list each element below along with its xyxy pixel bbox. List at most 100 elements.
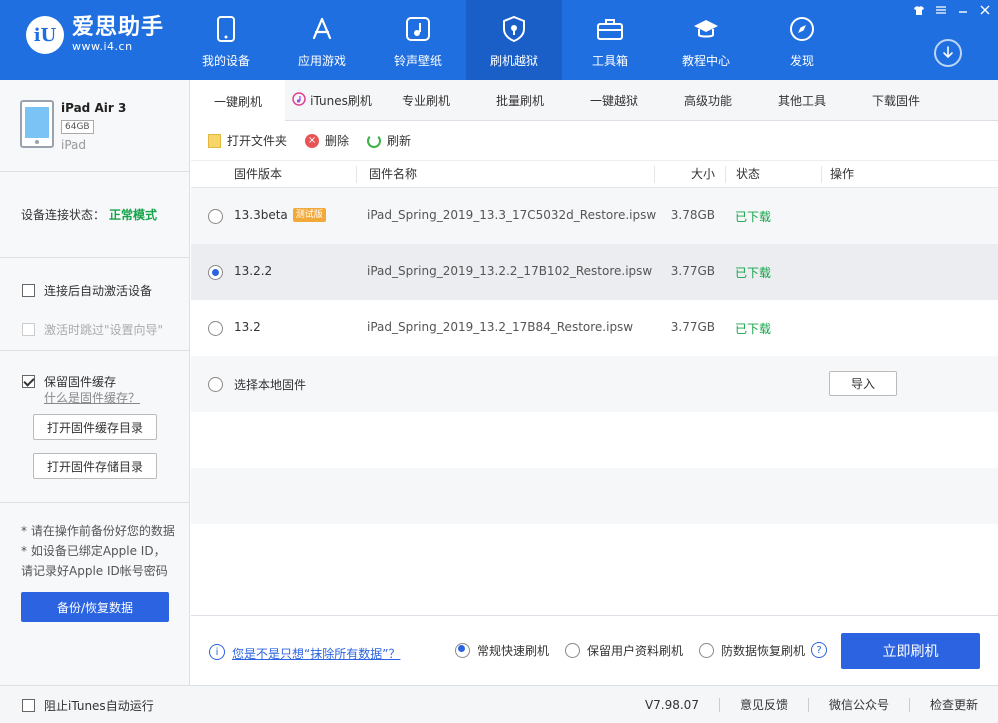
nav-ringtones[interactable]: 铃声壁纸 bbox=[370, 0, 466, 80]
keep-cache-checkbox[interactable] bbox=[22, 374, 35, 388]
local-firmware-label: 选择本地固件 bbox=[234, 378, 307, 392]
mode-fast-option[interactable]: 常规快速刷机 bbox=[455, 642, 549, 659]
local-firmware-row[interactable]: 选择本地固件 导入 bbox=[191, 356, 998, 412]
main-panel: 一键刷机 iTunes刷机 专业刷机 批量刷机 一键越狱 高级功能 其他工具 下… bbox=[191, 80, 998, 685]
feedback-link[interactable]: 意见反馈 bbox=[718, 698, 808, 712]
backup-restore-button[interactable]: 备份/恢复数据 bbox=[21, 592, 169, 622]
mode-keep-data-radio[interactable] bbox=[565, 643, 580, 658]
nav-flash-jailbreak[interactable]: 刷机越狱 bbox=[466, 0, 562, 80]
mode-anti-recovery-option[interactable]: 防数据恢复刷机 bbox=[699, 642, 805, 659]
mode-keep-data-option[interactable]: 保留用户资料刷机 bbox=[565, 642, 683, 659]
close-icon[interactable] bbox=[976, 3, 994, 17]
tab-download-firmware[interactable]: 下载固件 bbox=[849, 80, 943, 121]
tab-pro-flash[interactable]: 专业刷机 bbox=[379, 80, 473, 121]
nav-tutorials[interactable]: 教程中心 bbox=[658, 0, 754, 80]
itunes-icon bbox=[292, 92, 306, 109]
ipad-icon bbox=[20, 100, 54, 148]
mode-fast-radio[interactable] bbox=[455, 643, 470, 658]
firmware-radio[interactable] bbox=[208, 321, 223, 336]
nav-apps-games[interactable]: 应用游戏 bbox=[274, 0, 370, 80]
tab-one-click-jailbreak[interactable]: 一键越狱 bbox=[567, 80, 661, 121]
table-row[interactable]: 13.3beta 测试版 iPad_Spring_2019_13.3_17C50… bbox=[191, 188, 998, 244]
header-size: 大小 bbox=[654, 165, 725, 183]
wechat-link[interactable]: 微信公众号 bbox=[807, 698, 909, 712]
mode-anti-recovery-radio[interactable] bbox=[699, 643, 714, 658]
menu-icon[interactable] bbox=[932, 3, 950, 17]
delete-button[interactable]: × 删除 bbox=[305, 132, 349, 149]
shirt-icon[interactable] bbox=[910, 3, 928, 17]
firmware-name: iPad_Spring_2019_13.2.2_17B102_Restore.i… bbox=[367, 264, 653, 278]
firmware-radio[interactable] bbox=[208, 265, 223, 280]
import-button[interactable]: 导入 bbox=[829, 371, 897, 396]
note-line: * 如设备已绑定Apple ID，请记录好Apple ID帐号密码 bbox=[21, 544, 168, 578]
app-logo: iU 爱思助手 www.i4.cn bbox=[26, 16, 164, 54]
open-folder-button[interactable]: 打开文件夹 bbox=[208, 132, 287, 149]
header-status: 状态 bbox=[725, 165, 821, 183]
firmware-radio[interactable] bbox=[208, 209, 223, 224]
window-controls bbox=[910, 3, 994, 17]
logo-mark: iU bbox=[26, 16, 64, 54]
tab-advanced[interactable]: 高级功能 bbox=[661, 80, 755, 121]
what-is-cache-link[interactable]: 什么是固件缓存？ bbox=[44, 391, 189, 405]
skip-setup-option: 激活时跳过"设置向导" bbox=[22, 319, 189, 339]
folder-icon bbox=[208, 133, 221, 148]
keep-cache-option[interactable]: 保留固件缓存 bbox=[22, 371, 189, 391]
auto-activate-option[interactable]: 连接后自动激活设备 bbox=[22, 280, 189, 300]
graduation-cap-icon bbox=[691, 14, 721, 44]
check-update-link[interactable]: 检查更新 bbox=[908, 698, 998, 712]
tab-other-tools[interactable]: 其他工具 bbox=[755, 80, 849, 121]
firmware-size: 3.77GB bbox=[670, 320, 715, 334]
firmware-toolbar: 打开文件夹 × 删除 刷新 bbox=[191, 121, 998, 161]
app-store-icon bbox=[307, 14, 337, 44]
empty-row bbox=[191, 412, 998, 468]
tab-one-click-flash[interactable]: 一键刷机 bbox=[191, 80, 285, 122]
beta-badge: 测试版 bbox=[292, 208, 326, 222]
music-icon bbox=[403, 14, 433, 44]
local-firmware-radio[interactable] bbox=[208, 377, 223, 392]
block-itunes-checkbox[interactable] bbox=[22, 699, 35, 712]
app-url: www.i4.cn bbox=[72, 40, 133, 53]
sidebar: iPad Air 3 64GB iPad 设备连接状态： 正常模式 连接后自动激… bbox=[0, 80, 190, 685]
question-icon[interactable]: ? bbox=[811, 642, 827, 658]
device-name: iPad Air 3 bbox=[61, 101, 127, 115]
empty-row bbox=[191, 468, 998, 524]
backup-notes: * 请在操作前备份好您的数据 * 如设备已绑定Apple ID，请记录好Appl… bbox=[0, 503, 189, 581]
table-row[interactable]: 13.2.2 iPad_Spring_2019_13.2.2_17B102_Re… bbox=[191, 244, 998, 300]
refresh-button[interactable]: 刷新 bbox=[367, 132, 411, 149]
header-version: 固件版本 bbox=[234, 166, 283, 181]
nav-my-device[interactable]: 我的设备 bbox=[178, 0, 274, 80]
firmware-version: 13.2 bbox=[234, 320, 261, 334]
tab-batch-flash[interactable]: 批量刷机 bbox=[473, 80, 567, 121]
info-icon: i bbox=[209, 644, 225, 660]
nav-discover[interactable]: 发现 bbox=[754, 0, 850, 80]
compass-icon bbox=[787, 14, 817, 44]
phone-icon bbox=[211, 14, 241, 44]
activation-options: 连接后自动激活设备 激活时跳过"设置向导" bbox=[0, 258, 189, 351]
connection-label: 设备连接状态： bbox=[21, 208, 106, 222]
nav-toolbox[interactable]: 工具箱 bbox=[562, 0, 658, 80]
download-icon[interactable] bbox=[934, 39, 962, 67]
toolbox-icon bbox=[595, 14, 625, 44]
flash-tabs: 一键刷机 iTunes刷机 专业刷机 批量刷机 一键越狱 高级功能 其他工具 下… bbox=[191, 80, 998, 122]
firmware-version: 13.2.2 bbox=[234, 264, 273, 278]
app-name: 爱思助手 bbox=[72, 15, 165, 40]
firmware-name: iPad_Spring_2019_13.3_17C5032d_Restore.i… bbox=[367, 208, 657, 222]
firmware-status: 已下载 bbox=[735, 210, 772, 224]
note-line: * 请在操作前备份好您的数据 bbox=[21, 524, 175, 538]
tab-itunes-flash[interactable]: iTunes刷机 bbox=[285, 80, 379, 121]
erase-all-link[interactable]: 您是不是只想“抹除所有数据”？ bbox=[232, 645, 400, 662]
firmware-name: iPad_Spring_2019_13.2_17B84_Restore.ipsw bbox=[367, 320, 634, 334]
flash-now-button[interactable]: 立即刷机 bbox=[841, 633, 980, 669]
firmware-status: 已下载 bbox=[735, 266, 772, 280]
auto-activate-checkbox[interactable] bbox=[22, 283, 35, 297]
block-itunes-option[interactable]: 阻止iTunes自动运行 bbox=[22, 697, 154, 714]
refresh-icon bbox=[367, 133, 382, 148]
delete-icon: × bbox=[305, 133, 320, 148]
table-row[interactable]: 13.2 iPad_Spring_2019_13.2_17B84_Restore… bbox=[191, 300, 998, 356]
minimize-icon[interactable] bbox=[954, 3, 972, 17]
skip-setup-checkbox bbox=[22, 322, 35, 336]
open-cache-dir-button[interactable]: 打开固件缓存目录 bbox=[33, 414, 157, 440]
connection-status: 设备连接状态： 正常模式 bbox=[0, 172, 189, 258]
open-store-dir-button[interactable]: 打开固件存储目录 bbox=[33, 453, 157, 479]
version-label: V7.98.07 bbox=[644, 698, 699, 712]
